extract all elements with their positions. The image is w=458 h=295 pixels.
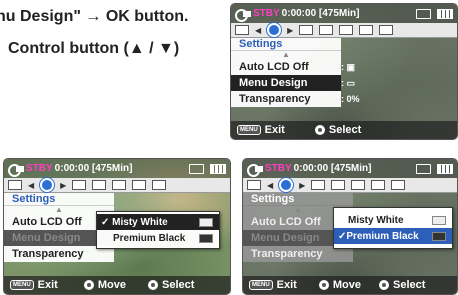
- camcorder-icon: [247, 163, 263, 177]
- bottom-bar: MENU Exit Select: [231, 121, 457, 139]
- tab-aspect[interactable]: [331, 180, 346, 190]
- menu-key-icon: MENU: [237, 125, 261, 135]
- lcd-off-icon: : ▣: [341, 62, 356, 72]
- camcorder-icon: [8, 163, 24, 177]
- menu-design-popup: Misty White ✓Premium Black: [333, 207, 453, 249]
- memory-card-icon: [416, 8, 431, 19]
- stby-label: STBY: [253, 8, 280, 19]
- bottom-bar: MENU Exit Move Select: [243, 276, 457, 294]
- instruction-line-1: nu Design" → OK button.: [0, 8, 189, 25]
- bottom-bar: MENU Exit Move Select: [4, 276, 230, 294]
- status-bar: STBY 0:00:00 [475Min]: [243, 159, 457, 178]
- check-icon: ✓: [101, 216, 113, 228]
- menu-tab-bar: ◀ ▶: [4, 178, 230, 193]
- menu-item-menu-design[interactable]: Menu Design: [231, 75, 341, 91]
- tab-quality[interactable]: [235, 25, 249, 35]
- option-misty-white[interactable]: ✓ Misty White: [97, 214, 219, 230]
- camcorder-icon: [235, 8, 251, 22]
- battery-icon: [437, 8, 453, 19]
- status-bar: STBY 0:00:00 [475Min]: [231, 4, 457, 23]
- left-arrow-icon: ◀: [28, 180, 35, 190]
- option-misty-white[interactable]: Misty White: [334, 212, 452, 228]
- menu-tab-bar: ◀ ▶: [231, 23, 457, 38]
- black-swatch: [432, 231, 446, 241]
- tab-settings-gear[interactable]: [267, 23, 282, 37]
- time-remaining: 0:00:00 [475Min]: [293, 163, 372, 174]
- left-arrow-icon: ◀: [267, 180, 274, 190]
- control-button-icon: [318, 280, 329, 290]
- option-premium-black[interactable]: ✓Premium Black: [334, 228, 452, 244]
- time-remaining: 0:00:00 [475Min]: [281, 8, 360, 19]
- option-premium-black[interactable]: Premium Black: [97, 230, 219, 246]
- tab-stabilizer[interactable]: [351, 180, 366, 190]
- left-arrow-icon: ◀: [255, 25, 262, 35]
- ok-button-icon: [147, 280, 158, 290]
- exit-label[interactable]: Exit: [38, 279, 58, 291]
- settings-menu: Settings ▲ Auto LCD Off Menu Design Tran…: [231, 38, 341, 107]
- tab-stabilizer[interactable]: [339, 25, 354, 35]
- battery-icon: [210, 163, 226, 174]
- exit-label[interactable]: Exit: [265, 124, 285, 136]
- move-label[interactable]: Move: [333, 279, 361, 291]
- menu-tab-bar: ◀ ▶: [243, 178, 457, 193]
- tab-stabilizer[interactable]: [112, 180, 127, 190]
- tab-image[interactable]: [299, 25, 314, 35]
- transparency-value: 0%: [346, 94, 360, 104]
- menu-item-auto-lcd-off[interactable]: Auto LCD Off: [231, 59, 341, 75]
- value-column: : ▣ : ▭ : 0%: [341, 38, 381, 107]
- stby-label: STBY: [26, 163, 53, 174]
- control-button-icon: [83, 280, 94, 290]
- select-label[interactable]: Select: [162, 279, 194, 291]
- select-label[interactable]: Select: [393, 279, 425, 291]
- right-arrow-icon: ▶: [287, 25, 294, 35]
- scroll-up-icon[interactable]: ▲: [231, 51, 341, 59]
- move-label[interactable]: Move: [98, 279, 126, 291]
- tab-fade[interactable]: [132, 180, 147, 190]
- tab-fade[interactable]: [359, 25, 374, 35]
- memory-card-icon: [416, 163, 431, 174]
- camera-screen-b: STBY 0:00:00 [475Min] ◀ ▶ Settings ▲ Aut…: [3, 158, 231, 295]
- time-remaining: 0:00:00 [475Min]: [54, 163, 133, 174]
- status-bar: STBY 0:00:00 [475Min]: [4, 159, 230, 178]
- instruction-line-2: Control button (▲ / ▼): [8, 40, 180, 57]
- tab-settings-gear[interactable]: [40, 178, 55, 192]
- tab-image[interactable]: [311, 180, 326, 190]
- stby-label: STBY: [265, 163, 292, 174]
- tab-aspect[interactable]: [92, 180, 107, 190]
- white-swatch: [199, 217, 213, 227]
- select-label[interactable]: Select: [329, 124, 361, 136]
- memory-card-icon: [189, 163, 204, 174]
- tab-wind[interactable]: [152, 180, 167, 190]
- menu-design-swatch: : ▭: [341, 78, 356, 88]
- tab-fade[interactable]: [371, 180, 386, 190]
- ok-button-icon: [314, 125, 325, 135]
- camera-screen-c: STBY 0:00:00 [475Min] ◀ ▶ Settings ▲ Aut…: [242, 158, 458, 295]
- tab-image[interactable]: [72, 180, 87, 190]
- battery-icon: [437, 163, 453, 174]
- tab-quality[interactable]: [8, 180, 22, 190]
- ok-button-icon: [378, 280, 389, 290]
- right-arrow-icon: ▶: [299, 180, 306, 190]
- camera-screen-a: STBY 0:00:00 [475Min] ◀ ▶ Settings ▲ Aut…: [230, 3, 458, 140]
- exit-label[interactable]: Exit: [277, 279, 297, 291]
- menu-key-icon: MENU: [249, 280, 273, 290]
- tab-wind[interactable]: [391, 180, 406, 190]
- tab-wind[interactable]: [379, 25, 394, 35]
- right-arrow-icon: ▶: [60, 180, 67, 190]
- tab-settings-gear[interactable]: [279, 178, 294, 192]
- tab-quality[interactable]: [247, 180, 261, 190]
- tab-aspect[interactable]: [319, 25, 334, 35]
- black-swatch: [199, 233, 213, 243]
- menu-design-popup: ✓ Misty White Premium Black: [96, 211, 220, 249]
- menu-key-icon: MENU: [10, 280, 34, 290]
- white-swatch: [432, 215, 446, 225]
- menu-item-transparency[interactable]: Transparency: [231, 91, 341, 107]
